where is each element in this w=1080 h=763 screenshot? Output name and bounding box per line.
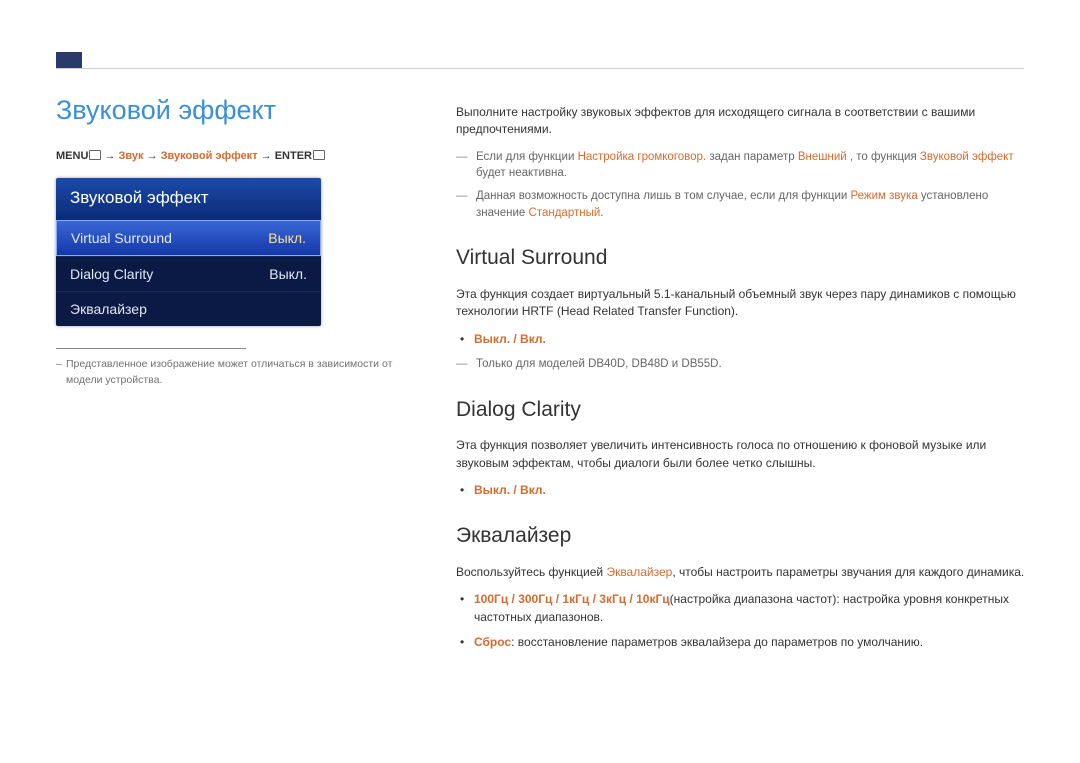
- section-equalizer: Эквалайзер: [456, 521, 1040, 551]
- osd-item-dialog-clarity[interactable]: Dialog Clarity Выкл.: [56, 256, 321, 291]
- osd-item-equalizer[interactable]: Эквалайзер: [56, 291, 321, 326]
- dc-options: Выкл. / Вкл.: [456, 482, 1040, 499]
- dc-description: Эта функция позволяет увеличить интенсив…: [456, 437, 1040, 472]
- breadcrumb: MENU → Звук → Звуковой эффект → ENTER: [56, 150, 416, 162]
- section-dialog-clarity: Dialog Clarity: [456, 395, 1040, 425]
- right-column: Выполните настройку звуковых эффектов дл…: [456, 104, 1040, 659]
- osd-item-value: Выкл.: [269, 266, 307, 282]
- footnote-rule: [56, 348, 246, 349]
- vs-options: Выкл. / Вкл.: [456, 331, 1040, 348]
- header-rule: [56, 68, 1024, 69]
- breadcrumb-p1: Звук: [119, 150, 144, 162]
- header-accent: [56, 52, 82, 68]
- breadcrumb-enter: ENTER: [275, 150, 312, 162]
- breadcrumb-menu: MENU: [56, 150, 88, 162]
- osd-item-value: Выкл.: [268, 230, 306, 246]
- osd-item-label: Virtual Surround: [71, 230, 172, 246]
- section-virtual-surround: Virtual Surround: [456, 243, 1040, 273]
- menu-icon: [89, 150, 101, 160]
- osd-header: Звуковой эффект: [56, 178, 321, 220]
- eq-bands: 100Гц / 300Гц / 1кГц / 3кГц / 10кГц(наст…: [456, 591, 1040, 626]
- breadcrumb-arrow-2: →: [144, 150, 161, 162]
- eq-reset: Сброс: восстановление параметров эквалай…: [456, 634, 1040, 651]
- eq-description: Воспользуйтесь функцией Эквалайзер, чтоб…: [456, 564, 1040, 581]
- intro-text: Выполните настройку звуковых эффектов дл…: [456, 104, 1040, 139]
- osd-item-virtual-surround[interactable]: Virtual Surround Выкл.: [56, 220, 321, 256]
- enter-icon: [313, 150, 325, 160]
- osd-panel: Звуковой эффект Virtual Surround Выкл. D…: [56, 178, 321, 326]
- vs-description: Эта функция создает виртуальный 5.1-кана…: [456, 286, 1040, 321]
- osd-item-label: Эквалайзер: [70, 301, 147, 317]
- breadcrumb-arrow-3: →: [258, 150, 275, 162]
- vs-model-note: Только для моделей DB40D, DB48D и DB55D.: [456, 356, 1040, 373]
- left-column: Звуковой эффект MENU → Звук → Звуковой э…: [56, 95, 416, 389]
- image-disclaimer: Представленное изображение может отличат…: [56, 357, 416, 389]
- breadcrumb-arrow-1: →: [101, 150, 118, 162]
- breadcrumb-p2: Звуковой эффект: [161, 150, 258, 162]
- osd-item-label: Dialog Clarity: [70, 266, 153, 282]
- note-speaker-setting: Если для функции Настройка громкоговор. …: [456, 149, 1040, 182]
- page-title: Звуковой эффект: [56, 95, 416, 126]
- note-sound-mode: Данная возможность доступна лишь в том с…: [456, 188, 1040, 221]
